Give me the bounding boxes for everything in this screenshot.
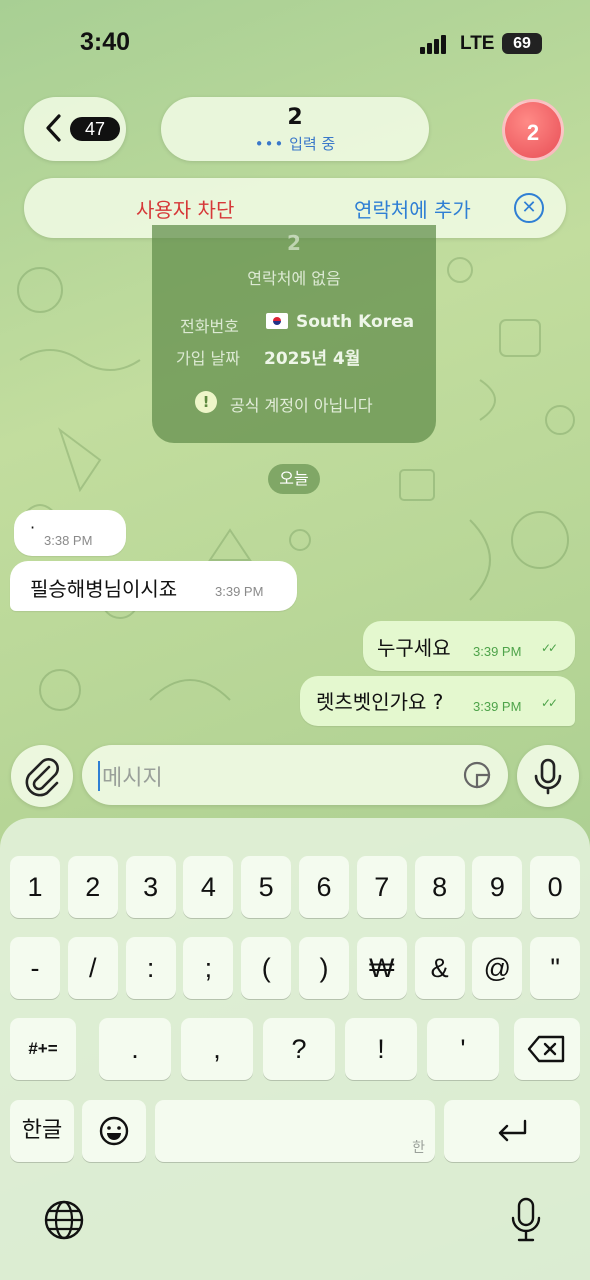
avatar[interactable]: 2 — [502, 99, 564, 161]
phone-value: South Korea — [266, 312, 414, 332]
chat-header[interactable]: 2 ••• 입력 중 — [161, 97, 429, 161]
dictation-mic-icon[interactable] — [508, 1196, 544, 1244]
warning-icon: ! — [195, 391, 217, 413]
sticker-icon[interactable] — [462, 760, 492, 790]
read-check-icon: ✓✓ — [541, 696, 558, 710]
keyboard: 1234567890 - /:;() ₩ & @ " #+= .,?! ' 한글 한 — [0, 818, 590, 1280]
message-placeholder: 메시지 — [102, 766, 163, 791]
message-bubble-in[interactable]: 필승해병님이시죠 3:39 PM — [10, 561, 297, 611]
key[interactable]: ) — [299, 937, 349, 999]
key[interactable]: " — [530, 937, 581, 999]
info-name: 2 — [287, 231, 301, 255]
key[interactable]: 4 — [183, 856, 234, 918]
phone-label: 전화번호 — [180, 317, 239, 336]
key[interactable]: ; — [183, 937, 234, 999]
joined-label: 가입 날짜 — [176, 349, 240, 368]
message-input[interactable]: 메시지 — [82, 745, 508, 805]
read-check-icon: ✓✓ — [541, 641, 558, 655]
backspace-icon — [527, 1035, 565, 1063]
add-contact-button[interactable]: 연락처에 추가 — [354, 194, 471, 223]
chat-title: 2 — [287, 105, 303, 130]
battery-icon: 69 — [502, 33, 542, 54]
key[interactable]: @ — [472, 937, 523, 999]
key[interactable]: 2 — [67, 856, 118, 918]
network-type: LTE — [460, 33, 495, 54]
message-bubble-out[interactable]: 누구세요 3:39 PM ✓✓ — [363, 621, 575, 671]
back-button[interactable]: 47 — [24, 97, 126, 161]
backspace-key[interactable] — [514, 1018, 580, 1080]
date-separator: 오늘 — [268, 464, 320, 494]
globe-icon[interactable] — [42, 1198, 86, 1242]
emoji-icon — [99, 1116, 129, 1146]
back-chevron-icon — [46, 114, 61, 142]
space-key[interactable]: 한 — [155, 1100, 435, 1162]
attach-icon — [25, 758, 59, 797]
key[interactable]: 3 — [125, 856, 176, 918]
key[interactable]: ' — [427, 1018, 499, 1080]
key[interactable]: / — [67, 937, 118, 999]
emoji-key[interactable] — [82, 1100, 146, 1162]
key-symbols[interactable]: #+= — [10, 1018, 76, 1080]
key[interactable]: 6 — [299, 856, 349, 918]
key[interactable]: 5 — [241, 856, 292, 918]
korea-flag-icon — [266, 313, 288, 329]
text-caret — [98, 761, 100, 791]
key[interactable]: 7 — [356, 856, 407, 918]
joined-value: 2025년 4월 — [264, 349, 361, 369]
block-user-button[interactable]: 사용자 차단 — [136, 194, 234, 223]
status-bar: 3:40 LTE 69 — [0, 0, 590, 90]
unread-count-badge: 47 — [70, 117, 120, 141]
key[interactable]: 0 — [530, 856, 581, 918]
return-key[interactable] — [444, 1100, 580, 1162]
typing-status: 입력 중 — [289, 135, 336, 153]
mic-icon — [534, 758, 562, 795]
key[interactable]: . — [99, 1018, 171, 1080]
key[interactable]: 8 — [414, 856, 465, 918]
message-bubble-out[interactable]: 렛츠벳인가요 ? 3:39 PM ✓✓ — [300, 676, 575, 726]
key[interactable]: ( — [241, 937, 292, 999]
official-warning: 공식 계정이 아닙니다 — [230, 396, 373, 415]
typing-dots-icon: ••• — [254, 135, 285, 153]
key[interactable]: ? — [263, 1018, 335, 1080]
key[interactable]: , — [181, 1018, 253, 1080]
key[interactable]: : — [125, 937, 176, 999]
close-icon[interactable]: ✕ — [514, 193, 544, 223]
status-time: 3:40 — [80, 28, 131, 56]
space-hint: 한 — [412, 1140, 425, 1156]
attach-button[interactable] — [11, 745, 73, 807]
signal-icon — [420, 34, 450, 54]
key[interactable]: 9 — [472, 856, 523, 918]
key[interactable]: ! — [345, 1018, 417, 1080]
message-bubble-in[interactable]: · 3:38 PM — [14, 510, 126, 556]
key[interactable]: ₩ — [356, 937, 407, 999]
voice-record-button[interactable] — [517, 745, 579, 807]
key[interactable]: - — [10, 937, 60, 999]
info-subtitle: 연락처에 없음 — [247, 269, 341, 288]
typing-indicator: ••• 입력 중 — [161, 133, 429, 154]
language-key[interactable]: 한글 — [10, 1100, 74, 1162]
key[interactable]: 1 — [10, 856, 60, 918]
key[interactable]: & — [414, 937, 465, 999]
return-icon — [498, 1119, 527, 1142]
